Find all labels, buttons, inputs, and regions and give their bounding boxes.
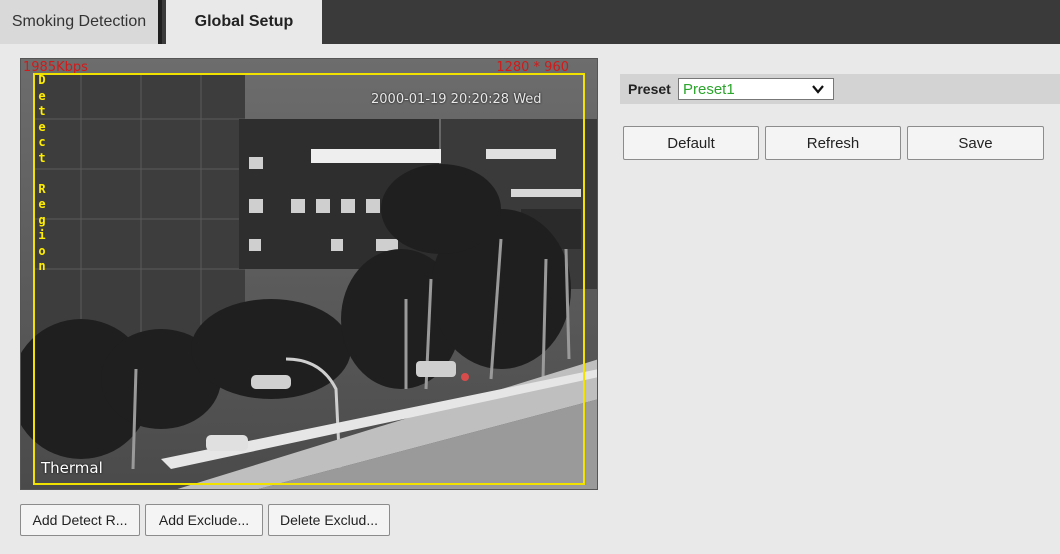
region-label-char: D [38, 73, 46, 87]
region-label-char: c [38, 135, 46, 149]
region-label-char: n [38, 259, 46, 273]
detect-region-label: D e t e c t R e g i o n [35, 73, 49, 275]
delete-exclude-region-button[interactable]: Delete Exclud... [268, 504, 390, 536]
region-label-char: t [38, 104, 46, 118]
region-label-char: o [38, 243, 46, 258]
preset-value: Preset1 [683, 80, 735, 98]
tab-smoking-detection[interactable]: Smoking Detection [0, 0, 162, 44]
tab-bar: Smoking Detection Global Setup [0, 0, 1060, 44]
region-label-char: t [38, 150, 46, 165]
default-button[interactable]: Default [623, 126, 759, 160]
region-label-char: i [38, 228, 46, 242]
add-exclude-region-button[interactable]: Add Exclude... [145, 504, 263, 536]
region-label-char: e [38, 88, 46, 103]
region-label-char: g [38, 212, 46, 227]
preset-select[interactable]: Preset1 [678, 78, 834, 100]
region-label-char: e [38, 119, 46, 134]
video-preview[interactable]: 1985Kbps 1280 * 960 2000-01-19 20:20:28 … [20, 58, 598, 490]
refresh-button[interactable]: Refresh [765, 126, 901, 160]
add-detect-region-button[interactable]: Add Detect R... [20, 504, 140, 536]
chevron-down-icon [812, 85, 824, 94]
preset-label: Preset [628, 81, 671, 97]
preset-row: Preset Preset1 [620, 74, 1060, 104]
region-label-char: e [38, 197, 46, 211]
save-button[interactable]: Save [907, 126, 1044, 160]
region-label-char [35, 166, 49, 182]
tab-global-setup[interactable]: Global Setup [166, 0, 322, 44]
region-label-char: R [38, 181, 46, 196]
detect-region-frame[interactable] [33, 73, 585, 485]
